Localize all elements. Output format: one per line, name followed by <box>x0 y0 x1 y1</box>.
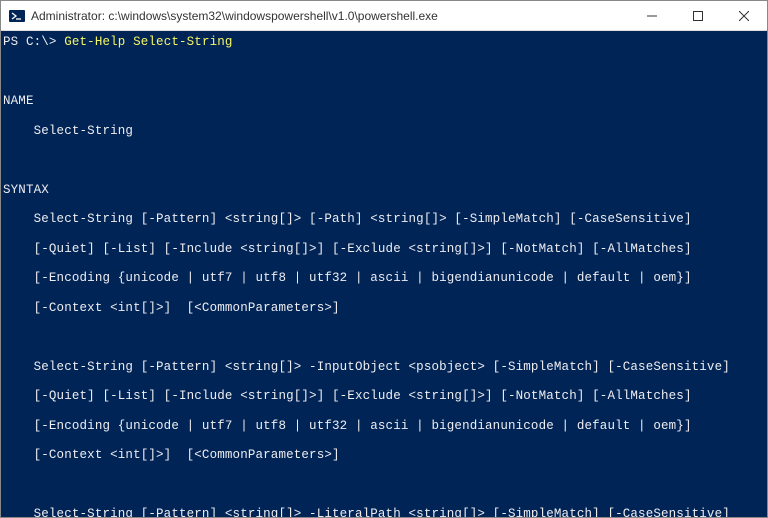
powershell-icon <box>9 8 25 24</box>
syntax2-l3: [-Encoding {unicode | utf7 | utf8 | utf3… <box>3 419 761 434</box>
syntax2-l4: [-Context <int[]>] [<CommonParameters>] <box>3 448 761 463</box>
syntax2-l2: [-Quiet] [-List] [-Include <string[]>] [… <box>3 389 761 404</box>
window-controls <box>629 1 767 30</box>
syntax-header: SYNTAX <box>3 183 761 198</box>
prompt: PS C:\> <box>3 35 64 49</box>
cmd-gethelp: Get-Help <box>64 35 133 49</box>
syntax1-l1: Select-String [-Pattern] <string[]> [-Pa… <box>3 212 761 227</box>
name-body: Select-String <box>3 124 761 139</box>
syntax2-l1: Select-String [-Pattern] <string[]> -Inp… <box>3 360 761 375</box>
syntax3-l1: Select-String [-Pattern] <string[]> -Lit… <box>3 507 761 517</box>
maximize-button[interactable] <box>675 1 721 30</box>
minimize-button[interactable] <box>629 1 675 30</box>
cmd-arg: Select-String <box>133 35 232 49</box>
close-button[interactable] <box>721 1 767 30</box>
syntax1-l3: [-Encoding {unicode | utf7 | utf8 | utf3… <box>3 271 761 286</box>
terminal-body[interactable]: PS C:\> Get-Help Select-String NAME Sele… <box>1 31 767 517</box>
syntax1-l2: [-Quiet] [-List] [-Include <string[]>] [… <box>3 242 761 257</box>
name-header: NAME <box>3 94 761 109</box>
syntax1-l4: [-Context <int[]>] [<CommonParameters>] <box>3 301 761 316</box>
title-bar[interactable]: Administrator: c:\windows\system32\windo… <box>1 1 767 31</box>
powershell-window: Administrator: c:\windows\system32\windo… <box>0 0 768 518</box>
window-title: Administrator: c:\windows\system32\windo… <box>31 9 629 23</box>
